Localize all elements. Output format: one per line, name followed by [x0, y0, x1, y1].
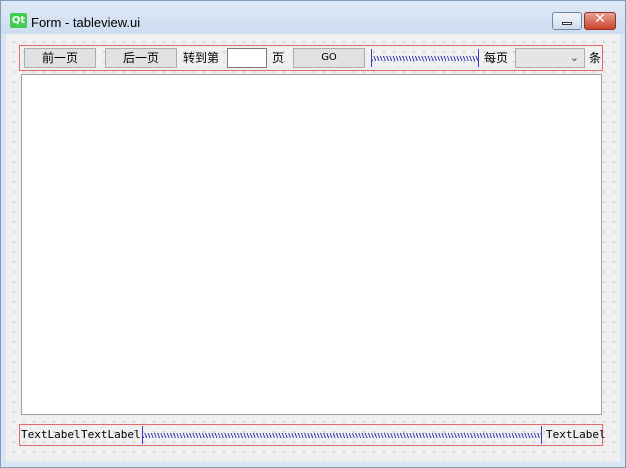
next-page-button[interactable]: 后一页 — [105, 48, 177, 68]
chevron-down-icon: ⌄ — [569, 51, 579, 64]
go-button[interactable]: GO — [293, 48, 365, 68]
page-suffix-label: 页 — [272, 51, 285, 65]
per-page-combo[interactable]: ⌄ — [515, 48, 585, 68]
minimize-button[interactable] — [552, 12, 582, 30]
table-view[interactable] — [21, 74, 602, 415]
form-canvas: 前一页 后一页 转到第 页 GO 每页 ⌄ 条 TextLabel TextLa… — [6, 34, 620, 462]
title-bar[interactable]: Qt Form - tableview.ui ✕ — [1, 1, 625, 34]
close-icon: ✕ — [594, 11, 606, 27]
page-number-input[interactable] — [227, 48, 267, 68]
prev-page-button[interactable]: 前一页 — [24, 48, 96, 68]
close-button[interactable]: ✕ — [584, 11, 616, 30]
minimize-icon — [562, 22, 572, 25]
designer-window: Qt Form - tableview.ui ✕ 前一页 后一页 转到第 页 G… — [0, 0, 626, 468]
status-label-1: TextLabel — [21, 428, 81, 441]
goto-prefix-label: 转到第 — [183, 51, 220, 65]
status-spacer — [142, 426, 542, 444]
horizontal-spacer — [371, 49, 479, 67]
status-label-2: TextLabel — [81, 428, 141, 441]
qt-logo-icon: Qt — [10, 13, 27, 28]
per-page-suffix-label: 条 — [589, 51, 602, 65]
status-label-3: TextLabel — [546, 428, 606, 441]
pager-layout: 前一页 后一页 转到第 页 GO 每页 ⌄ 条 — [19, 45, 603, 71]
status-layout: TextLabel TextLabel TextLabel — [19, 424, 606, 446]
per-page-prefix-label: 每页 — [484, 51, 509, 65]
window-title: Form - tableview.ui — [31, 15, 141, 30]
